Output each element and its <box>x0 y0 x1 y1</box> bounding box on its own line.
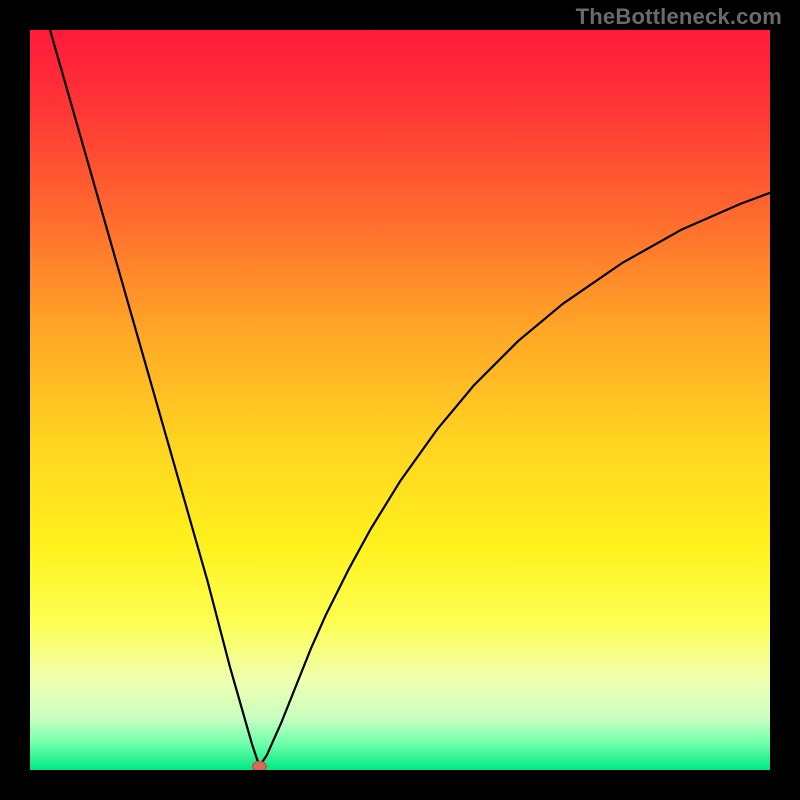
bottleneck-chart-svg <box>30 30 770 770</box>
chart-frame: TheBottleneck.com <box>0 0 800 800</box>
plot-area <box>30 30 770 770</box>
watermark-text: TheBottleneck.com <box>576 4 782 30</box>
optimal-point-marker <box>252 761 266 770</box>
gradient-background <box>30 30 770 770</box>
